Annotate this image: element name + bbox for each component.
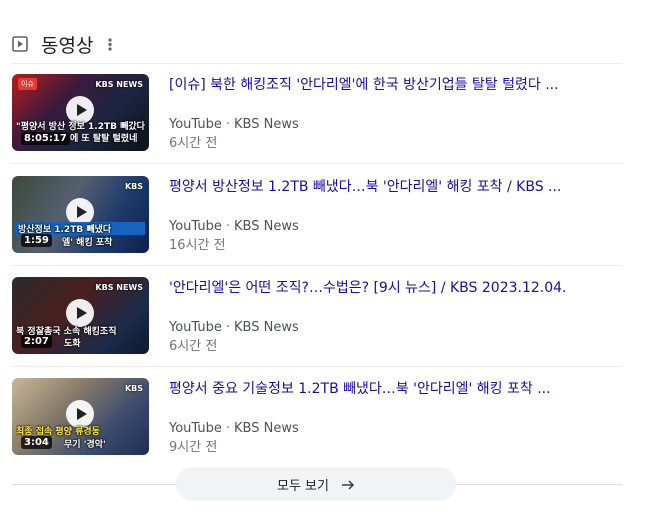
show-all-label: 모두 보기 xyxy=(277,478,329,494)
video-time-ago: 9시간 전 xyxy=(169,440,218,455)
thumb-logo: KBS xyxy=(124,384,143,393)
thumb-caption-bottom: 도화 xyxy=(64,339,81,349)
section-divider xyxy=(12,63,622,64)
video-thumbnail[interactable]: KBS 최종 접속 평양 류경동 무기 '경악' 3:04 xyxy=(12,378,149,455)
video-thumbnail[interactable]: KBS NEWS 북 정찰총국 소속 해킹조직 도화 2:07 xyxy=(12,277,149,354)
thumb-caption-bottom: 무기 '경악' xyxy=(64,440,106,450)
item-divider xyxy=(12,265,622,266)
video-meta: YouTube · KBS News xyxy=(169,117,299,132)
video-thumbnail[interactable]: KBS 방산정보 1.2TB 빼냈다 엘' 해킹 포착 1:59 xyxy=(12,176,149,253)
video-result[interactable]: KBS NEWS 북 정찰총국 소속 해킹조직 도화 2:07 '안다리엘'은 … xyxy=(12,277,622,367)
thumb-logo: KBS NEWS xyxy=(95,80,143,89)
video-duration: 3:04 xyxy=(21,436,52,449)
video-time-ago: 16시간 전 xyxy=(169,238,226,253)
play-icon[interactable] xyxy=(66,299,94,327)
video-title-link[interactable]: 평양서 중요 기술정보 1.2TB 빼냈다…북 '안다리엘' 해킹 포착 ... xyxy=(169,380,621,398)
video-channel: KBS News xyxy=(234,117,299,132)
video-duration: 1:59 xyxy=(21,234,52,247)
video-time-ago: 6시간 전 xyxy=(169,339,218,354)
video-result[interactable]: 이슈 KBS NEWS "평양서 방산 정보 1.2TB 빼갔다" 에 또 탈탈… xyxy=(12,74,622,164)
video-result[interactable]: KBS 최종 접속 평양 류경동 무기 '경악' 3:04 평양서 중요 기술정… xyxy=(12,378,622,458)
show-all-button[interactable]: 모두 보기 xyxy=(176,467,456,501)
video-title-link[interactable]: '안다리엘'은 어떤 조직?…수법은? [9시 뉴스] / KBS 2023.1… xyxy=(169,279,621,297)
video-play-icon xyxy=(12,36,28,52)
video-duration: 8:05:17 xyxy=(21,132,70,145)
video-source: YouTube xyxy=(169,117,222,132)
video-channel: KBS News xyxy=(234,219,299,234)
video-channel: KBS News xyxy=(234,421,299,436)
video-channel: KBS News xyxy=(234,320,299,335)
video-thumbnail[interactable]: 이슈 KBS NEWS "평양서 방산 정보 1.2TB 빼갔다" 에 또 탈탈… xyxy=(12,74,149,151)
video-meta: YouTube · KBS News xyxy=(169,320,299,335)
video-source: YouTube xyxy=(169,421,222,436)
video-meta: YouTube · KBS News xyxy=(169,421,299,436)
video-time-ago: 6시간 전 xyxy=(169,136,218,151)
videos-section-header: 동영상 xyxy=(12,28,113,60)
arrow-right-icon xyxy=(341,477,355,491)
video-meta: YouTube · KBS News xyxy=(169,219,299,234)
video-source: YouTube xyxy=(169,320,222,335)
item-divider xyxy=(12,366,622,367)
thumb-caption-bottom: 에 또 탈탈 털렸네 xyxy=(70,134,138,144)
thumb-chip: 이슈 xyxy=(18,78,37,90)
video-result[interactable]: KBS 방산정보 1.2TB 빼냈다 엘' 해킹 포착 1:59 평양서 방산정… xyxy=(12,176,622,266)
item-divider xyxy=(12,163,622,164)
thumb-logo: KBS xyxy=(124,182,143,191)
video-title-link[interactable]: [이슈] 북한 해킹조직 '안다리엘'에 한국 방산기업들 탈탈 털렸다 ... xyxy=(169,76,621,94)
video-source: YouTube xyxy=(169,219,222,234)
video-duration: 2:07 xyxy=(21,335,52,348)
more-vert-icon[interactable] xyxy=(107,36,113,52)
show-all-bar: 모두 보기 xyxy=(12,467,622,501)
thumb-logo: KBS NEWS xyxy=(95,283,143,292)
video-title-link[interactable]: 평양서 방산정보 1.2TB 빼냈다…북 '안다리엘' 해킹 포착 / KBS … xyxy=(169,178,621,196)
section-title: 동영상 xyxy=(41,34,94,57)
thumb-caption-bottom: 엘' 해킹 포착 xyxy=(62,238,113,248)
